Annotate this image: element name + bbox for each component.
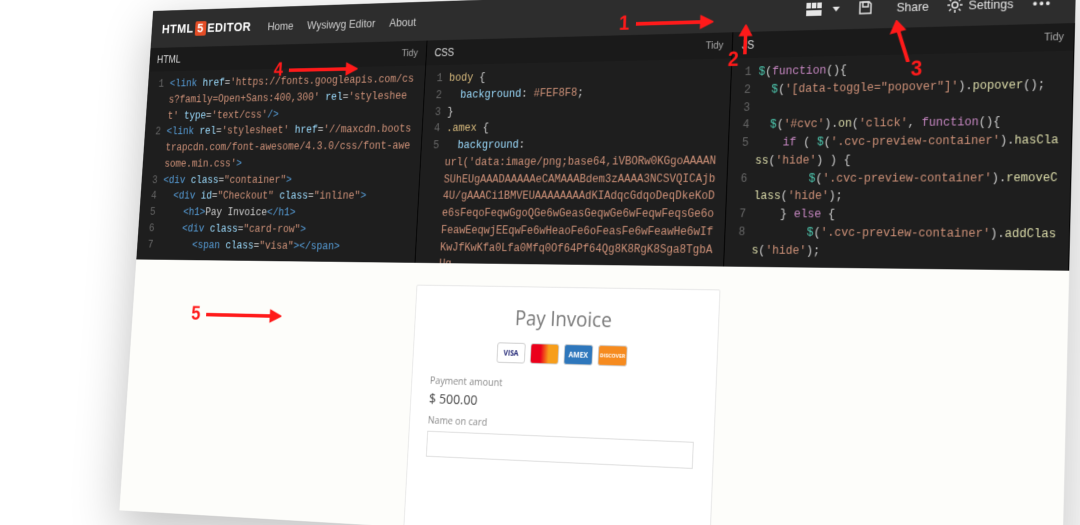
html-editor[interactable]: 1<link href='https://fonts.googleapis.co… <box>136 65 426 262</box>
tidy-html-button[interactable]: Tidy <box>401 48 418 59</box>
discover-icon: DISCOVER <box>597 345 627 367</box>
more-button[interactable]: ••• <box>1033 0 1052 10</box>
brand-logo[interactable]: HTML5EDITOR <box>161 19 251 36</box>
share-label: Share <box>896 0 929 14</box>
save-icon <box>858 0 873 16</box>
brand-five: 5 <box>195 21 207 36</box>
invoice-title: Pay Invoice <box>433 302 700 336</box>
nav-wysiwyg[interactable]: Wysiwyg Editor <box>307 16 376 31</box>
settings-label: Settings <box>968 0 1013 12</box>
amex-icon: AMEX <box>563 344 593 365</box>
js-editor[interactable]: 1$(function(){ 2 $('[data-toggle="popove… <box>724 51 1074 271</box>
mastercard-icon <box>530 343 560 364</box>
tidy-js-button[interactable]: Tidy <box>1044 31 1064 43</box>
share-button[interactable]: Share <box>896 0 929 14</box>
name-input[interactable] <box>426 431 694 469</box>
settings-button[interactable]: Settings <box>948 0 1014 13</box>
gear-icon <box>948 0 964 13</box>
save-button[interactable] <box>858 0 879 16</box>
nav-about[interactable]: About <box>389 15 416 29</box>
nav-home[interactable]: Home <box>267 19 294 33</box>
card-brands: VISA AMEX DISCOVER <box>431 341 698 369</box>
chevron-down-icon <box>832 6 839 11</box>
layout-icon <box>806 2 823 16</box>
tab-js-label: JS <box>742 38 755 51</box>
css-editor[interactable]: 1body {2 background: #FEF8F8;3}4.amex {5… <box>415 58 732 266</box>
code-panes: 1<link href='https://fonts.googleapis.co… <box>136 51 1074 271</box>
preview-pane: Pay Invoice VISA AMEX DISCOVER Payment a… <box>119 259 1069 525</box>
brand-post: EDITOR <box>207 19 252 35</box>
visa-icon: VISA <box>496 342 525 363</box>
tidy-css-button[interactable]: Tidy <box>705 40 723 52</box>
brand-pre: HTML <box>161 21 194 36</box>
invoice-card: Pay Invoice VISA AMEX DISCOVER Payment a… <box>403 285 720 525</box>
layout-button[interactable] <box>806 2 840 16</box>
app-window: HTML5EDITOR Home Wysiwyg Editor About Sh… <box>119 0 1076 525</box>
tab-html-label: HTML <box>157 53 181 65</box>
tab-css-label: CSS <box>434 46 454 59</box>
